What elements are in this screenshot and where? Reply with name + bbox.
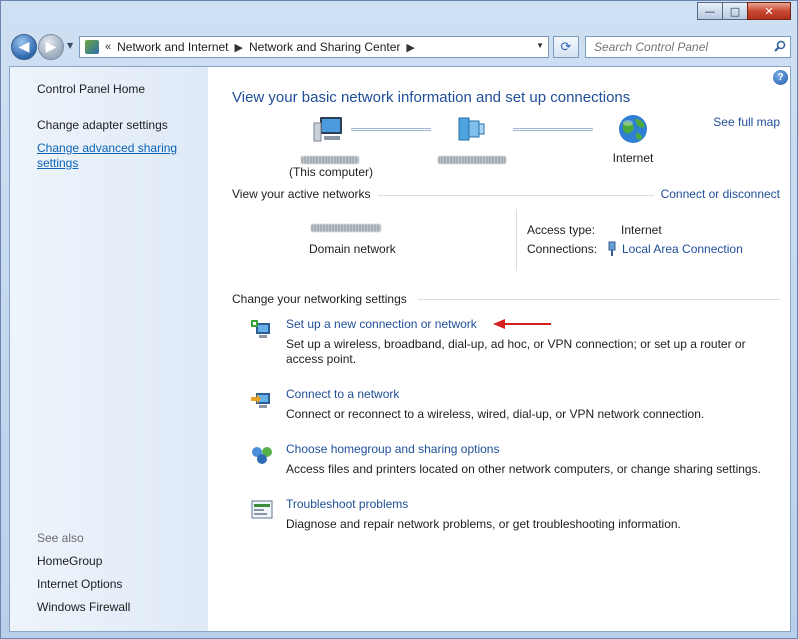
local-area-connection-link[interactable]: Local Area Connection <box>622 242 743 256</box>
see-also-label: See also <box>37 531 84 545</box>
homegroup-icon <box>252 447 272 464</box>
address-bar[interactable]: « Network and Internet ▶ Network and Sha… <box>79 36 549 58</box>
divider <box>418 299 780 300</box>
refresh-button[interactable]: ⟳ <box>553 36 579 58</box>
search-box[interactable] <box>585 36 791 58</box>
setup-new-connection-desc: Set up a wireless, broadband, dial-up, a… <box>286 337 746 366</box>
network-type-label: Domain network <box>309 242 396 256</box>
page-title: View your basic network information and … <box>232 89 631 106</box>
windows-firewall-link[interactable]: Windows Firewall <box>37 600 130 614</box>
search-icon[interactable] <box>774 40 786 52</box>
homegroup-link[interactable]: HomeGroup <box>37 554 102 568</box>
help-icon[interactable]: ? <box>773 70 788 85</box>
network-name-label <box>311 221 381 235</box>
new-connection-icon <box>251 320 270 338</box>
connection-line <box>351 128 431 131</box>
connections-label: Connections: <box>527 242 598 256</box>
computer-icon <box>313 117 342 142</box>
domain-name-label <box>432 153 512 167</box>
close-button[interactable]: ✕ <box>747 2 791 20</box>
main-panel: ? View your basic network information an… <box>208 67 790 631</box>
networking-settings-heading: Change your networking settings <box>232 292 407 306</box>
address-dropdown-icon[interactable]: ▼ <box>536 41 544 50</box>
breadcrumb-network-and-sharing-center[interactable]: Network and Sharing Center <box>249 40 400 54</box>
ethernet-icon <box>608 241 616 256</box>
domain-network-icon <box>458 117 485 141</box>
sidebar: Control Panel Home Change adapter settin… <box>10 67 208 631</box>
connect-to-network-link[interactable]: Connect to a network <box>286 387 399 401</box>
homegroup-sharing-link[interactable]: Choose homegroup and sharing options <box>286 442 499 456</box>
divider <box>516 209 517 271</box>
breadcrumb-separator-icon[interactable]: ▶ <box>406 41 414 54</box>
network-name-redacted <box>311 224 381 232</box>
content-area: Control Panel Home Change adapter settin… <box>9 66 791 632</box>
change-advanced-sharing-settings-link[interactable]: Change advanced sharing settings <box>37 141 197 171</box>
computer-node-sub: (This computer) <box>288 165 374 179</box>
minimize-button[interactable]: — <box>697 2 723 20</box>
domain-name-redacted <box>438 156 506 164</box>
maximize-button[interactable]: □ <box>722 2 748 20</box>
annotation-arrow-icon <box>493 319 551 329</box>
connect-or-disconnect-link[interactable]: Connect or disconnect <box>661 187 780 201</box>
setup-new-connection-link[interactable]: Set up a new connection or network <box>286 317 477 331</box>
computer-name-redacted <box>301 156 359 164</box>
internet-label: Internet <box>612 151 654 165</box>
breadcrumb-separator-icon[interactable]: ▶ <box>235 41 243 54</box>
globe-icon <box>619 115 647 143</box>
internet-options-link[interactable]: Internet Options <box>37 577 122 591</box>
troubleshoot-problems-desc: Diagnose and repair network problems, or… <box>286 517 681 531</box>
control-panel-icon <box>85 40 99 54</box>
navigation-bar: ◀ ▶ ▼ « Network and Internet ▶ Network a… <box>9 34 791 60</box>
see-full-map-link[interactable]: See full map <box>713 115 780 129</box>
change-adapter-settings-link[interactable]: Change adapter settings <box>37 118 168 132</box>
back-button[interactable]: ◀ <box>11 34 37 60</box>
breadcrumb-network-and-internet[interactable]: Network and Internet <box>117 40 228 54</box>
forward-button[interactable]: ▶ <box>38 34 64 60</box>
control-panel-home-link[interactable]: Control Panel Home <box>37 82 145 96</box>
window: — □ ✕ ◀ ▶ ▼ « Network and Internet ▶ Net… <box>0 0 798 639</box>
breadcrumb-overflow[interactable]: « <box>105 41 111 53</box>
connection-line <box>513 128 593 131</box>
troubleshoot-problems-link[interactable]: Troubleshoot problems <box>286 497 408 511</box>
caption-buttons: — □ ✕ <box>697 2 791 20</box>
divider <box>378 195 654 196</box>
access-type-label: Access type: <box>527 223 596 237</box>
recent-pages-dropdown-icon[interactable]: ▼ <box>67 41 73 50</box>
active-networks-heading: View your active networks <box>232 187 371 201</box>
search-input[interactable] <box>592 39 766 55</box>
access-type-value: Internet <box>621 223 662 237</box>
homegroup-sharing-desc: Access files and printers located on oth… <box>286 462 761 476</box>
domain-node[interactable] <box>455 115 487 148</box>
connect-to-network-desc: Connect or reconnect to a wireless, wire… <box>286 407 705 421</box>
refresh-icon: ⟳ <box>560 39 572 55</box>
internet-node[interactable] <box>616 113 650 148</box>
computer-node <box>312 115 346 150</box>
connect-network-icon <box>251 393 270 408</box>
troubleshoot-icon <box>251 500 273 519</box>
